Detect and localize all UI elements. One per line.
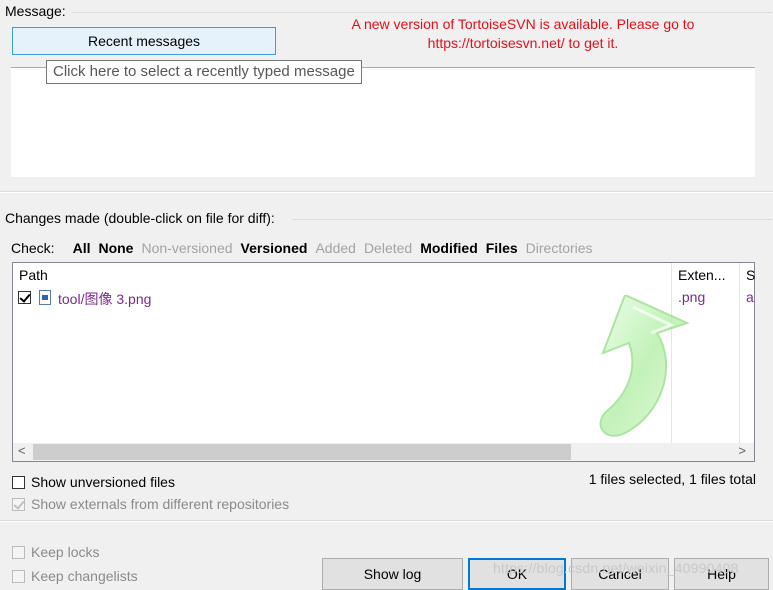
file-status: a — [746, 289, 754, 305]
filter-all[interactable]: All — [73, 240, 91, 256]
scroll-left-icon[interactable]: < — [18, 443, 26, 458]
filter-directories: Directories — [525, 240, 593, 256]
filter-deleted: Deleted — [363, 240, 413, 256]
keep-locks-checkbox — [12, 546, 25, 559]
column-header-path[interactable]: Path — [19, 267, 48, 283]
keep-locks-label: Keep locks — [31, 544, 100, 560]
filter-versioned[interactable]: Versioned — [241, 240, 308, 256]
column-header-status[interactable]: S — [746, 267, 755, 283]
filter-none[interactable]: None — [98, 240, 133, 256]
check-filter-row: Check: All None Non-versioned Versioned … — [11, 240, 601, 256]
keep-changelists-checkbox — [12, 570, 25, 583]
check-label: Check: — [11, 240, 55, 256]
keep-changelists-label: Keep changelists — [31, 568, 138, 584]
file-row-checkbox[interactable] — [18, 291, 31, 304]
show-externals-label: Show externals from different repositori… — [31, 496, 290, 512]
new-version-notice: A new version of TortoiseSVN is availabl… — [351, 16, 695, 51]
image-file-icon — [39, 290, 51, 305]
commit-arrow-icon — [599, 295, 690, 437]
show-externals-checkbox — [12, 498, 25, 511]
filter-modified[interactable]: Modified — [420, 240, 478, 256]
filter-non-versioned: Non-versioned — [141, 240, 233, 256]
recent-messages-button[interactable]: Recent messages — [12, 27, 276, 55]
selection-status: 1 files selected, 1 files total — [588, 471, 756, 487]
scrollbar-thumb[interactable] — [33, 444, 571, 460]
file-path: tool/图像 3.png — [58, 291, 152, 307]
filter-files[interactable]: Files — [486, 240, 518, 256]
show-unversioned-checkbox[interactable] — [12, 476, 25, 489]
show-log-button[interactable]: Show log — [322, 558, 463, 590]
scroll-right-icon[interactable]: > — [738, 443, 746, 458]
watermark: https://blog.csdn.net/weixin_40990408 — [493, 560, 739, 576]
message-tooltip: Click here to select a recently typed me… — [46, 60, 362, 84]
horizontal-scrollbar[interactable]: < > — [13, 443, 754, 461]
message-label: Message: — [5, 3, 66, 19]
filter-added: Added — [315, 240, 356, 256]
show-unversioned-label: Show unversioned files — [31, 474, 175, 490]
changes-label: Changes made (double-click on file for d… — [5, 210, 275, 226]
column-header-extension[interactable]: Exten... — [678, 267, 725, 283]
